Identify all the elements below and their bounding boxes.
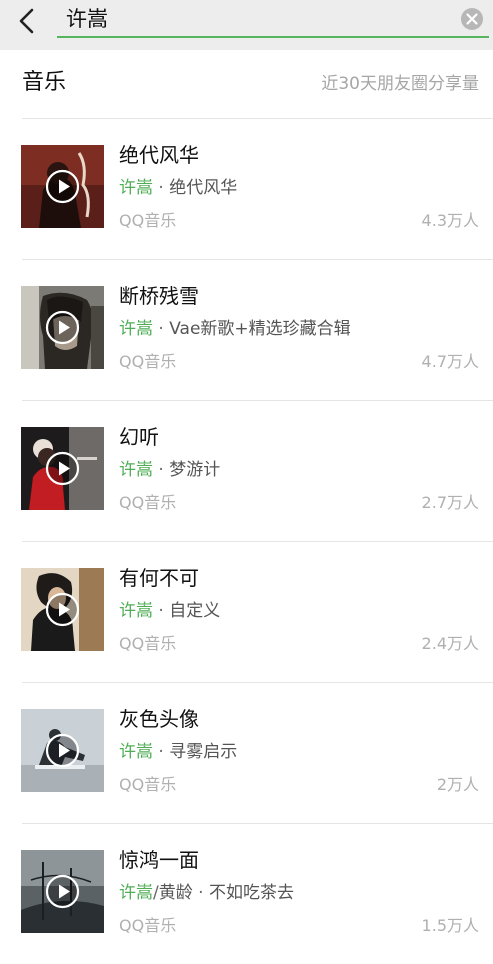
search-underline: [57, 36, 489, 38]
play-icon[interactable]: [45, 451, 80, 486]
separator: ·: [192, 883, 209, 903]
section-title: 音乐: [22, 70, 67, 95]
list-item[interactable]: 幻听 许嵩 · 梦游计 QQ音乐 2.7万人: [0, 401, 493, 541]
song-title: 灰色头像: [119, 707, 199, 731]
source-label: QQ音乐: [119, 352, 177, 371]
album-name: 寻雾启示: [169, 742, 238, 762]
song-subtitle: 许嵩 · Vae新歌+精选珍藏合辑: [119, 317, 351, 341]
play-icon[interactable]: [45, 310, 80, 345]
source-label: QQ音乐: [119, 211, 177, 230]
results-list: 音乐 近30天朋友圈分享量 绝代风华 许嵩 · 绝代风华 QQ音乐 4.3万人: [0, 50, 493, 941]
album-cover[interactable]: [21, 850, 104, 933]
album-cover[interactable]: [21, 145, 104, 228]
back-arrow-icon[interactable]: [12, 5, 44, 37]
song-subtitle: 许嵩 · 绝代风华: [119, 176, 237, 200]
song-title: 有何不可: [119, 566, 199, 590]
album-name: 不如吃茶去: [208, 883, 294, 903]
album-cover[interactable]: [21, 427, 104, 510]
source-label: QQ音乐: [119, 493, 177, 512]
clear-icon[interactable]: [460, 7, 484, 31]
artist-name[interactable]: 许嵩: [119, 883, 153, 903]
list-item[interactable]: 有何不可 许嵩 · 自定义 QQ音乐 2.4万人: [0, 542, 493, 682]
search-bar: 许嵩: [0, 0, 493, 50]
song-title: 幻听: [119, 425, 159, 449]
play-icon[interactable]: [45, 733, 80, 768]
song-subtitle: 许嵩/黄龄 · 不如吃茶去: [119, 881, 294, 905]
separator: ·: [153, 319, 170, 339]
share-count: 2万人: [436, 775, 479, 794]
section-note: 近30天朋友圈分享量: [321, 74, 479, 94]
separator: ·: [153, 460, 170, 480]
album-name: Vae新歌+精选珍藏合辑: [169, 319, 351, 339]
separator: ·: [153, 742, 170, 762]
artist-name[interactable]: 许嵩: [119, 742, 153, 762]
artist-name[interactable]: 许嵩: [119, 319, 153, 339]
source-label: QQ音乐: [119, 775, 177, 794]
separator: ·: [153, 178, 170, 198]
album-cover[interactable]: [21, 709, 104, 792]
song-title: 绝代风华: [119, 143, 199, 167]
song-subtitle: 许嵩 · 自定义: [119, 599, 220, 623]
album-name: 绝代风华: [169, 178, 238, 198]
album-cover[interactable]: [21, 286, 104, 369]
list-item[interactable]: 惊鸿一面 许嵩/黄龄 · 不如吃茶去 QQ音乐 1.5万人: [0, 824, 493, 964]
album-name: 梦游计: [169, 460, 221, 480]
play-icon[interactable]: [45, 874, 80, 909]
list-item[interactable]: 绝代风华 许嵩 · 绝代风华 QQ音乐 4.3万人: [0, 119, 493, 259]
artist-name[interactable]: 许嵩: [119, 460, 153, 480]
share-count: 2.4万人: [421, 634, 479, 653]
share-count: 4.3万人: [421, 211, 479, 230]
artist-name[interactable]: 许嵩: [119, 601, 153, 621]
play-icon[interactable]: [45, 592, 80, 627]
song-title: 断桥残雪: [119, 284, 199, 308]
play-icon[interactable]: [45, 169, 80, 204]
share-count: 1.5万人: [421, 916, 479, 935]
share-count: 4.7万人: [421, 352, 479, 371]
search-input[interactable]: 许嵩: [66, 4, 446, 34]
source-label: QQ音乐: [119, 916, 177, 935]
album-name: 自定义: [169, 601, 221, 621]
song-subtitle: 许嵩 · 梦游计: [119, 458, 220, 482]
share-count: 2.7万人: [421, 493, 479, 512]
source-label: QQ音乐: [119, 634, 177, 653]
list-item[interactable]: 断桥残雪 许嵩 · Vae新歌+精选珍藏合辑 QQ音乐 4.7万人: [0, 260, 493, 400]
album-cover[interactable]: [21, 568, 104, 651]
separator: ·: [153, 601, 170, 621]
list-item[interactable]: 灰色头像 许嵩 · 寻雾启示 QQ音乐 2万人: [0, 683, 493, 823]
artist-name[interactable]: 许嵩: [119, 178, 153, 198]
artist-name-2[interactable]: 黄龄: [159, 883, 193, 903]
song-title: 惊鸿一面: [119, 848, 199, 872]
section-header: 音乐 近30天朋友圈分享量: [0, 50, 493, 118]
song-subtitle: 许嵩 · 寻雾启示: [119, 740, 237, 764]
